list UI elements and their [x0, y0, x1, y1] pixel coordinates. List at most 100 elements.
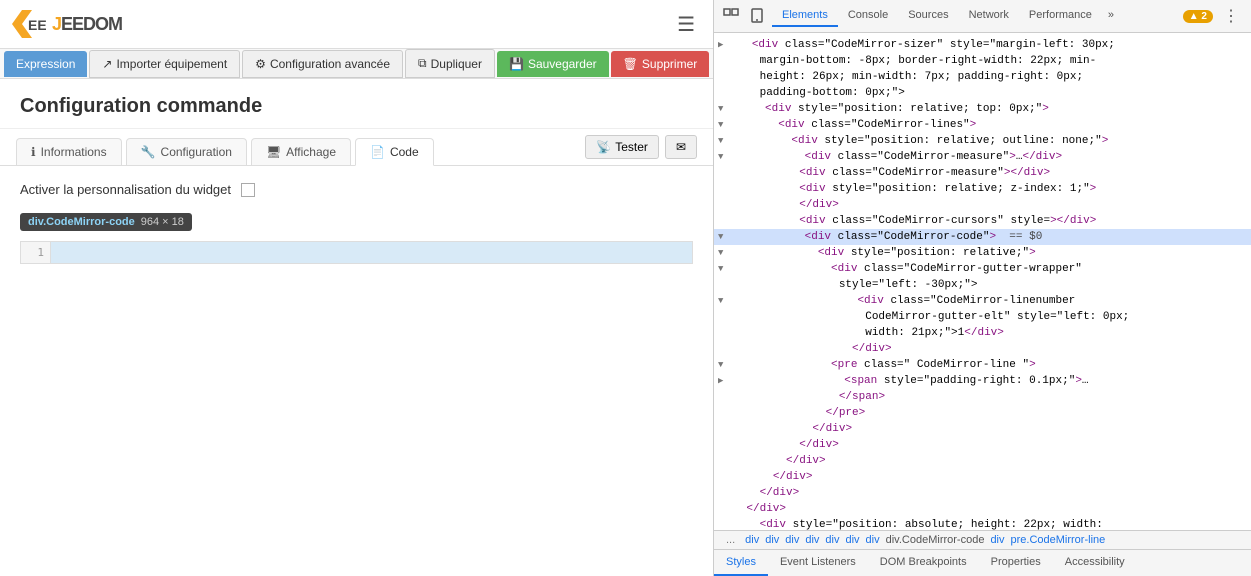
devtools-bottom-tab-event[interactable]: Event Listeners: [768, 550, 868, 576]
tab-configuration[interactable]: 🔧 Configuration: [126, 138, 247, 165]
code-line-29[interactable]: </div>: [714, 501, 1251, 517]
breadcrumb-pre[interactable]: pre.CodeMirror-line: [1011, 534, 1106, 546]
header-bar: EE JEEDOM ☰: [0, 0, 713, 49]
code-line-15[interactable]: style="left: -30px;">: [714, 277, 1251, 293]
code-line-16[interactable]: ▼ <div class="CodeMirror-linenumber: [714, 293, 1251, 309]
tabs-actions-row: ℹ Informations 🔧 Configuration 🖥 Afficha…: [0, 129, 713, 166]
breadcrumb-div-3[interactable]: div: [785, 534, 799, 546]
code-line: 1: [21, 242, 692, 263]
code-line-18[interactable]: width: 21px;">1</div>: [714, 325, 1251, 341]
code-line-0[interactable]: ▶ <div class="CodeMirror-sizer" style="m…: [714, 37, 1251, 53]
breadcrumb-codemirror-code[interactable]: div.CodeMirror-code: [886, 534, 985, 546]
devtools-panel: Elements Console Sources Network Perform…: [714, 0, 1251, 576]
tab-config-avancee[interactable]: ⚙ Configuration avancée: [242, 50, 403, 78]
devtools-tab-elements[interactable]: Elements: [772, 5, 838, 27]
devtools-code-view: ▶ <div class="CodeMirror-sizer" style="m…: [714, 33, 1251, 530]
code-line-24[interactable]: </div>: [714, 421, 1251, 437]
code-icon: 📄: [370, 145, 385, 159]
widget-row: Activer la personnalisation du widget: [20, 182, 693, 197]
sauvegarder-icon: 💾: [509, 57, 524, 71]
devtools-bottom-tab-dom[interactable]: DOM Breakpoints: [868, 550, 979, 576]
config-avancee-label: Configuration avancée: [270, 57, 390, 71]
code-line-17[interactable]: CodeMirror-gutter-elt" style="left: 0px;: [714, 309, 1251, 325]
tab-importer[interactable]: ↗ Importer équipement: [89, 50, 240, 78]
devtools-bottom-tab-properties[interactable]: Properties: [979, 550, 1053, 576]
devtools-tab-console[interactable]: Console: [838, 5, 898, 27]
code-line-25[interactable]: </div>: [714, 437, 1251, 453]
code-line-4[interactable]: ▼ <div style="position: relative; top: 0…: [714, 101, 1251, 117]
importer-icon: ↗: [102, 57, 112, 71]
tab-code[interactable]: 📄 Code: [355, 138, 434, 166]
breadcrumb-dots: ...: [726, 534, 735, 546]
code-line-30[interactable]: <div style="position: absolute; height: …: [714, 517, 1251, 530]
widget-checkbox[interactable]: [241, 183, 255, 197]
tab-expression[interactable]: Expression: [4, 51, 87, 77]
code-line-5[interactable]: ▼ <div class="CodeMirror-lines">: [714, 117, 1251, 133]
code-line-26[interactable]: </div>: [714, 453, 1251, 469]
logo-j: J: [52, 14, 61, 34]
devtools-bottom-tab-styles[interactable]: Styles: [714, 550, 768, 576]
tab-informations[interactable]: ℹ Informations: [16, 138, 122, 165]
devtools-bottom-tabs: Styles Event Listeners DOM Breakpoints P…: [714, 549, 1251, 576]
code-editor-area[interactable]: 1: [20, 241, 693, 264]
breadcrumb-div-2[interactable]: div: [765, 534, 779, 546]
code-line-12[interactable]: ▼ <div class="CodeMirror-code"> == $0: [714, 229, 1251, 245]
code-line-9[interactable]: <div style="position: relative; z-index:…: [714, 181, 1251, 197]
devtools-tab-performance[interactable]: Performance: [1019, 5, 1102, 27]
tab-supprimer[interactable]: 🗑 Supprimer: [611, 51, 710, 77]
code-line-19[interactable]: </div>: [714, 341, 1251, 357]
widget-label: Activer la personnalisation du widget: [20, 182, 231, 197]
devtools-tabs: Elements Console Sources Network Perform…: [772, 5, 1179, 27]
devtools-tab-network[interactable]: Network: [959, 5, 1019, 27]
devtools-more[interactable]: »: [1102, 5, 1120, 27]
code-line-6[interactable]: ▼ <div style="position: relative; outlin…: [714, 133, 1251, 149]
devtools-bottombar: ... div div div div div div div div.Code…: [714, 530, 1251, 549]
breadcrumb-div-5[interactable]: div: [825, 534, 839, 546]
code-line-14[interactable]: ▼ <div class="CodeMirror-gutter-wrapper": [714, 261, 1251, 277]
code-line-22[interactable]: </span>: [714, 389, 1251, 405]
informations-label: Informations: [41, 145, 107, 159]
code-line-7[interactable]: ▼ <div class="CodeMirror-measure">…</div…: [714, 149, 1251, 165]
devtools-menu-btn[interactable]: ⋮: [1217, 2, 1245, 30]
tab-dupliquer[interactable]: ⧉ Dupliquer: [405, 49, 495, 78]
code-label: Code: [390, 145, 419, 159]
code-line-20[interactable]: ▼ <pre class=" CodeMirror-line ">: [714, 357, 1251, 373]
breadcrumb-div-7[interactable]: div: [866, 534, 880, 546]
code-line-10[interactable]: </div>: [714, 197, 1251, 213]
devtools-bottom-tab-accessibility[interactable]: Accessibility: [1053, 550, 1137, 576]
action-buttons: 📡 Tester ✉: [569, 129, 713, 165]
breadcrumb-div-inner[interactable]: div: [990, 534, 1004, 546]
device-icon[interactable]: [746, 5, 768, 27]
devtools-tab-sources[interactable]: Sources: [898, 5, 958, 27]
tab-sauvegarder[interactable]: 💾 Sauvegarder: [497, 51, 609, 77]
code-line-8[interactable]: <div class="CodeMirror-measure"></div>: [714, 165, 1251, 181]
rss-icon: 📡: [596, 140, 611, 154]
breadcrumb-div-6[interactable]: div: [845, 534, 859, 546]
extra-button[interactable]: ✉: [665, 135, 697, 159]
code-line-1[interactable]: margin-bottom: -8px; border-right-width:…: [714, 53, 1251, 69]
code-line-11[interactable]: <div class="CodeMirror-cursors" style=><…: [714, 213, 1251, 229]
code-line-21[interactable]: ▶ <span style="padding-right: 0.1px;">…: [714, 373, 1251, 389]
tester-button[interactable]: 📡 Tester: [585, 135, 659, 159]
configuration-label: Configuration: [161, 145, 232, 159]
code-line-28[interactable]: </div>: [714, 485, 1251, 501]
breadcrumb-div-1[interactable]: div: [745, 534, 759, 546]
sauvegarder-label: Sauvegarder: [528, 57, 597, 71]
logo-eedom: EEDOM: [61, 14, 122, 34]
devtools-topbar: Elements Console Sources Network Perform…: [714, 0, 1251, 33]
extra-icon: ✉: [676, 140, 686, 154]
code-line-13[interactable]: ▼ <div style="position: relative;">: [714, 245, 1251, 261]
logo-icon: EE: [10, 6, 46, 42]
code-line-3[interactable]: padding-bottom: 0px;">: [714, 85, 1251, 101]
code-content[interactable]: [51, 242, 692, 263]
tester-label: Tester: [615, 140, 648, 154]
tooltip-size: 964 × 18: [141, 216, 184, 228]
code-line-27[interactable]: </div>: [714, 469, 1251, 485]
hamburger-menu[interactable]: ☰: [669, 8, 703, 41]
code-line-2[interactable]: height: 26px; min-width: 7px; padding-ri…: [714, 69, 1251, 85]
code-line-23[interactable]: </pre>: [714, 405, 1251, 421]
inspect-icon[interactable]: [720, 5, 742, 27]
tab-affichage[interactable]: 🖥 Affichage: [251, 138, 351, 165]
informations-icon: ℹ: [31, 145, 36, 159]
breadcrumb-div-4[interactable]: div: [805, 534, 819, 546]
